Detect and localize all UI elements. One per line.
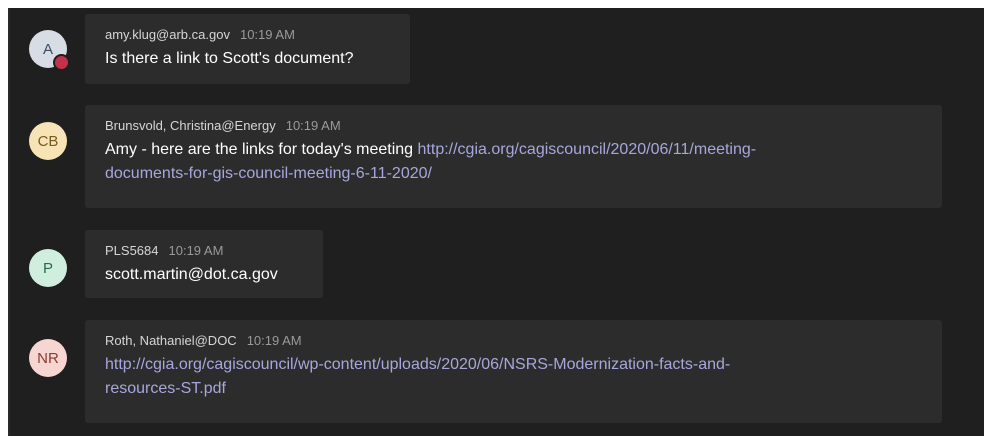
link-line-2: resources-ST.pdf: [105, 380, 226, 397]
message-bubble[interactable]: Brunsvold, Christina@Energy 10:19 AM Amy …: [85, 105, 942, 208]
message-header: Roth, Nathaniel@DOC 10:19 AM: [105, 332, 922, 350]
sender-name[interactable]: Brunsvold, Christina@Energy: [105, 118, 276, 133]
avatar-initials: NR: [37, 349, 59, 367]
message-header: amy.klug@arb.ca.gov 10:19 AM: [105, 26, 390, 44]
chat-thread: A amy.klug@arb.ca.gov 10:19 AM Is there a…: [8, 8, 984, 436]
message-header: Brunsvold, Christina@Energy 10:19 AM: [105, 117, 922, 135]
message-text-prefix: Amy - here are the links for today's mee…: [105, 141, 418, 158]
link-line-2: documents-for-gis-council-meeting-6-11-2…: [105, 165, 432, 182]
message-text: Is there a link to Scott's document?: [105, 50, 354, 67]
message-text: scott.martin@dot.ca.gov: [105, 266, 278, 283]
message-text: Amy - here are the links for today's mee…: [105, 138, 922, 186]
avatar-initials: P: [42, 259, 53, 277]
avatar[interactable]: P: [29, 249, 67, 287]
nsrs-document-link[interactable]: http://cgia.org/cagiscouncil/wp-content/…: [105, 356, 730, 397]
message-bubble[interactable]: Roth, Nathaniel@DOC 10:19 AM http://cgia.…: [85, 320, 942, 423]
sender-name[interactable]: amy.klug@arb.ca.gov: [105, 27, 230, 42]
sender-name[interactable]: Roth, Nathaniel@DOC: [105, 333, 237, 348]
timestamp: 10:19 AM: [239, 27, 295, 42]
link-line-1: http://cgia.org/cagiscouncil/wp-content/…: [105, 356, 731, 373]
avatar[interactable]: CB: [29, 122, 67, 160]
message-text: http://cgia.org/cagiscouncil/wp-content/…: [105, 353, 922, 401]
avatar-initials: CB: [37, 132, 59, 150]
avatar[interactable]: A: [29, 30, 70, 71]
timestamp: 10:19 AM: [168, 243, 224, 258]
avatar[interactable]: NR: [29, 339, 67, 377]
timestamp: 10:19 AM: [246, 333, 302, 348]
message-bubble[interactable]: amy.klug@arb.ca.gov 10:19 AM Is there a l…: [85, 14, 410, 84]
message-header: PLS5684 10:19 AM: [105, 242, 303, 260]
message-bubble[interactable]: PLS5684 10:19 AM scott.martin@dot.ca.gov: [85, 230, 323, 298]
busy-status-icon: [53, 54, 70, 71]
sender-name[interactable]: PLS5684: [105, 243, 159, 258]
avatar-initials: A: [42, 40, 53, 58]
link-line-1: http://cgia.org/cagiscouncil/2020/06/11/…: [417, 141, 757, 158]
timestamp: 10:19 AM: [285, 118, 341, 133]
